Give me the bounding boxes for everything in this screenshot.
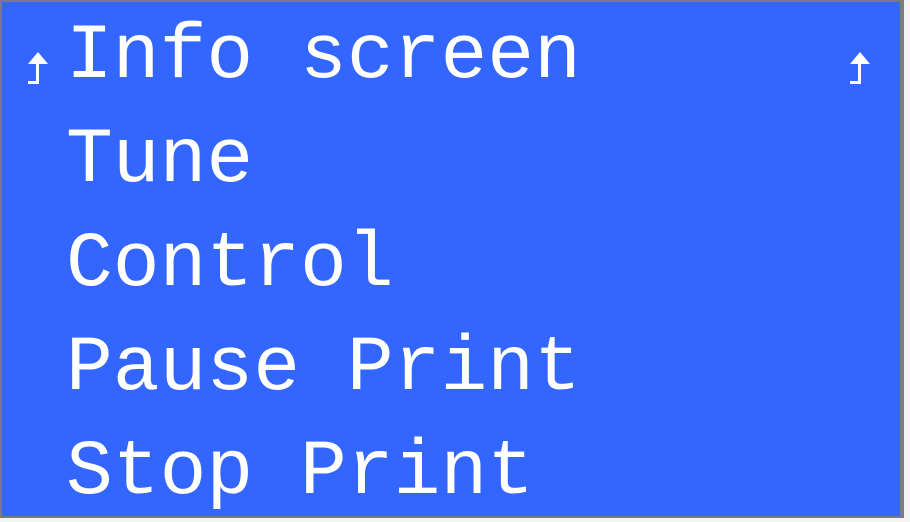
menu-item-label: Control bbox=[66, 221, 394, 309]
up-arrow-icon bbox=[848, 52, 872, 92]
menu-item-label: Pause Print bbox=[66, 325, 581, 413]
menu-item-label: Stop Print bbox=[66, 429, 535, 517]
menu-item-stop-print[interactable]: Stop Print bbox=[2, 426, 900, 516]
menu-item-control[interactable]: Control bbox=[2, 218, 900, 322]
lcd-screen: Info screen Tune Control Pause Print Sto… bbox=[0, 0, 904, 518]
menu-item-info-screen[interactable]: Info screen bbox=[2, 10, 900, 114]
menu-item-pause-print[interactable]: Pause Print bbox=[2, 322, 900, 426]
menu-item-label: Tune bbox=[66, 117, 254, 205]
menu-item-tune[interactable]: Tune bbox=[2, 114, 900, 218]
menu-item-label: Info screen bbox=[66, 13, 581, 101]
back-arrow-icon bbox=[26, 52, 50, 92]
